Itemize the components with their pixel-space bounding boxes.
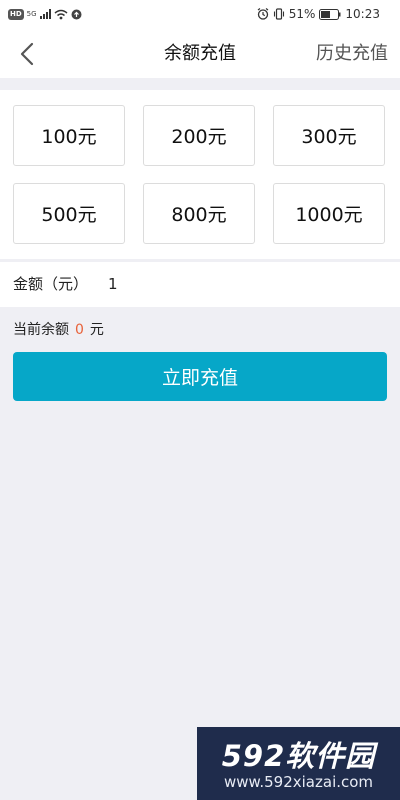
- vibrate-icon: [273, 8, 284, 20]
- amount-option-1000[interactable]: 1000元: [273, 183, 385, 244]
- amount-option-800[interactable]: 800元: [143, 183, 255, 244]
- balance-unit: 元: [89, 322, 104, 338]
- amount-options-panel: 100元 200元 300元 500元 800元 1000元: [0, 90, 400, 259]
- hd-badge: HD: [8, 8, 24, 20]
- back-icon[interactable]: [14, 40, 42, 68]
- signal-icon: [39, 9, 51, 19]
- battery-percent: 51%: [288, 7, 316, 21]
- balance-label: 当前余额: [13, 322, 69, 338]
- amount-option-300[interactable]: 300元: [273, 105, 385, 166]
- current-balance: 当前余额 0 元: [13, 320, 104, 340]
- network-type: 5G: [26, 10, 37, 18]
- alarm-icon: [257, 8, 269, 20]
- recharge-button[interactable]: 立即充值: [13, 352, 387, 401]
- amount-option-100[interactable]: 100元: [13, 105, 125, 166]
- amount-input[interactable]: 1: [108, 262, 118, 307]
- amount-label: 金额（元）: [13, 275, 89, 293]
- watermark-main: 592软件园: [221, 739, 376, 773]
- status-right: 51% 10:23: [257, 6, 380, 22]
- watermark-url: www.592xiazai.com: [223, 773, 374, 791]
- status-left: HD 5G: [8, 6, 82, 22]
- status-bar: HD 5G 51% 10:23: [0, 0, 400, 30]
- history-recharge-button[interactable]: 历史充值: [316, 30, 388, 78]
- battery-icon: [319, 8, 341, 20]
- amount-input-row: 金额（元） 1: [0, 262, 400, 307]
- amount-option-200[interactable]: 200元: [143, 105, 255, 166]
- wifi-icon: [54, 9, 68, 19]
- nav-bar: 余额充值 历史充值: [0, 30, 400, 78]
- notification-icon: [71, 9, 82, 19]
- watermark-logo: 592软件园 www.592xiazai.com: [197, 727, 400, 800]
- balance-value: 0: [75, 322, 84, 338]
- amount-option-500[interactable]: 500元: [13, 183, 125, 244]
- clock: 10:23: [345, 7, 380, 21]
